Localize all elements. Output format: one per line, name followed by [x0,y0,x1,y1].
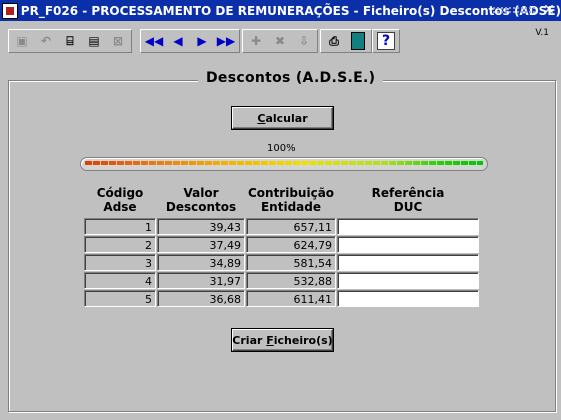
execute-query-icon[interactable]: ▤ [83,31,105,51]
help-icon[interactable]: ? [375,31,397,51]
next-record-icon[interactable]: ▶ [191,31,213,51]
download-icon[interactable]: ⇩ [293,31,315,51]
window-title: PR_F026 - PROCESSAMENTO DE REMUNERAÇÕES … [20,3,561,18]
app-icon [2,2,18,19]
contribuicao-cell: 657,11 [246,218,336,235]
criar-ficheiros-button[interactable]: Criar Ficheiro(s) [232,329,333,351]
header-referencia-duc: Referência DUC [371,186,445,214]
referencia-input[interactable] [337,254,479,271]
calcular-mnemonic: C [257,111,266,125]
cancel-query-icon[interactable]: ⊠ [107,31,129,51]
previous-record-icon[interactable]: ◀ [167,31,189,51]
calcular-label-rest: alcular [265,111,308,125]
save-icon[interactable]: ▣ [11,31,33,51]
print-icon[interactable]: ⎙ [323,31,345,51]
codigo-cell: 1 [84,218,156,235]
referencia-input[interactable] [337,272,479,289]
valor-cell: 39,43 [157,218,245,235]
toolbar-group-misc: ⎙ [320,29,372,53]
codigo-cell: 3 [84,254,156,271]
criar-mnemonic: F [266,333,274,347]
version-label: V.1 [535,28,549,38]
calcular-button[interactable]: Calcular [232,107,333,129]
valor-cell: 36,68 [157,290,245,307]
valor-cell: 37,49 [157,236,245,253]
panel-title: Descontos (A.D.S.E.) [198,70,384,86]
undo-icon[interactable]: ↶ [35,31,57,51]
last-record-icon[interactable]: ▶▶ [215,31,237,51]
referencia-input[interactable] [337,290,479,307]
header-codigo-adse: Código Adse [96,186,144,214]
valor-cell: 34,89 [157,254,245,271]
insert-record-icon[interactable]: ✚ [245,31,267,51]
query-icon[interactable]: ⌸ [59,31,81,51]
referencia-input[interactable] [337,236,479,253]
first-record-icon[interactable]: ◀◀ [143,31,165,51]
close-icon[interactable]: ✕ [541,2,557,18]
toolbar-group-navigation: ◀◀ ◀ ▶ ▶▶ [140,29,240,53]
criar-label-rest: icheiro(s) [273,333,333,347]
title-bar: PR_F026 - PROCESSAMENTO DE REMUNERAÇÕES … [0,0,561,21]
header-contribuicao-entidade: Contribuição Entidade [247,186,335,214]
contribuicao-cell: 611,41 [246,290,336,307]
contribuicao-cell: 581,54 [246,254,336,271]
toolbar-group-help: ? [372,29,400,53]
codigo-cell: 5 [84,290,156,307]
toolbar-group-edit: ▣ ↶ ⌸ ▤ ⊠ [8,29,132,53]
toolbar: ▣ ↶ ⌸ ▤ ⊠ ◀◀ ◀ ▶ ▶▶ ✚ ✖ ⇩ ⎙ ? V.1 [0,21,561,59]
toolbar-group-records: ✚ ✖ ⇩ [242,29,318,53]
exit-icon[interactable] [347,31,369,51]
codigo-cell: 2 [84,236,156,253]
codigo-cell: 4 [84,272,156,289]
criar-label-prefix: Criar [232,333,267,347]
referencia-input[interactable] [337,218,479,235]
contribuicao-cell: 532,88 [246,272,336,289]
progress-percent: 100% [267,143,296,154]
progress-bar [80,157,488,171]
header-valor-descontos: Valor Descontos [165,186,237,214]
progress-fill [85,161,483,165]
titlebar-grip [492,6,536,15]
contribuicao-cell: 624,79 [246,236,336,253]
valor-cell: 31,97 [157,272,245,289]
delete-record-icon[interactable]: ✖ [269,31,291,51]
